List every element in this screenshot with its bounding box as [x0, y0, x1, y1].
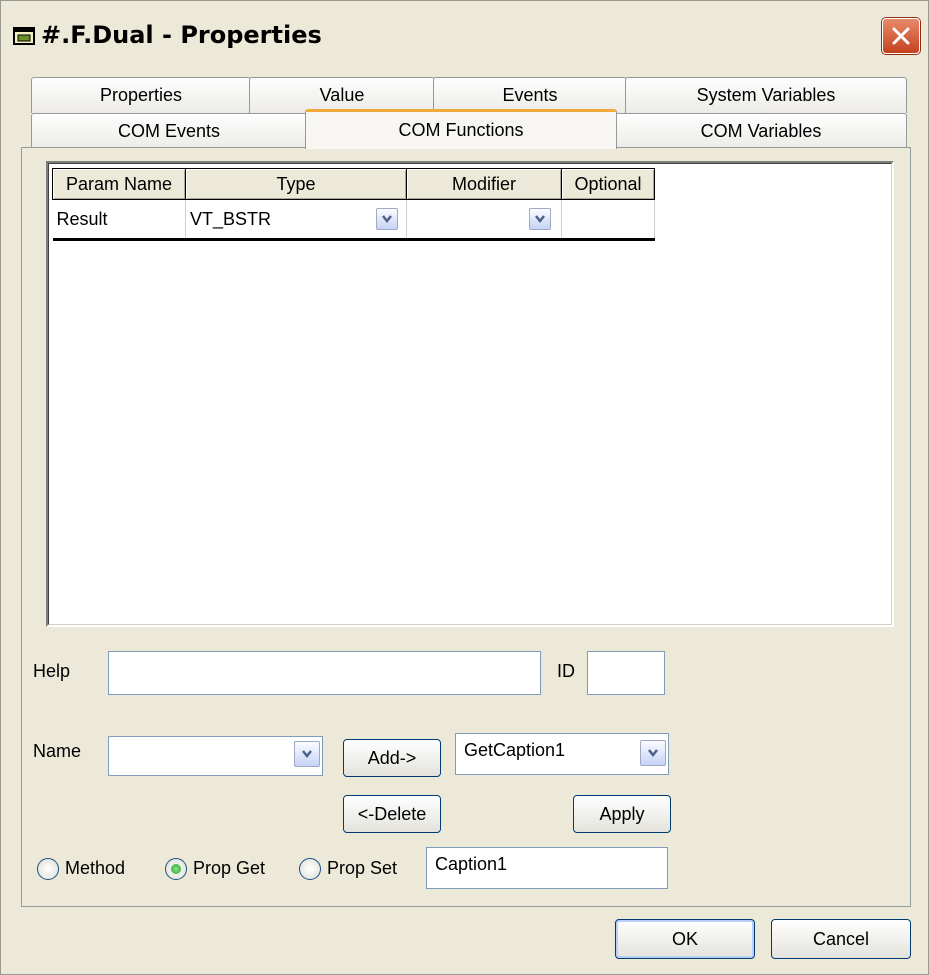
- add-button[interactable]: Add->: [343, 739, 441, 777]
- method-radio[interactable]: [37, 858, 59, 880]
- column-header-optional[interactable]: Optional: [561, 168, 655, 200]
- tab-com-functions[interactable]: COM Functions: [305, 109, 617, 149]
- prop-set-radio[interactable]: [299, 858, 321, 880]
- chevron-down-icon: [302, 750, 312, 759]
- delete-button[interactable]: <-Delete: [343, 795, 441, 833]
- chevron-down-icon: [648, 749, 658, 758]
- window-title: #.F.Dual - Properties: [41, 21, 322, 49]
- table-row[interactable]: Result VT_BSTR: [52, 199, 655, 240]
- id-label: ID: [557, 661, 575, 681]
- name-combo[interactable]: [108, 736, 323, 776]
- method-radio-label[interactable]: Method: [65, 858, 125, 879]
- tab-value[interactable]: Value: [249, 77, 435, 113]
- cell-modifier[interactable]: [406, 199, 562, 240]
- chevron-down-icon: [535, 215, 545, 224]
- tab-com-events[interactable]: COM Events: [31, 113, 307, 149]
- help-field[interactable]: [108, 651, 541, 695]
- help-label: Help: [33, 661, 71, 681]
- tab-events[interactable]: Events: [433, 77, 627, 113]
- title-bar[interactable]: #.F.Dual - Properties: [1, 1, 928, 71]
- column-header-type[interactable]: Type: [185, 168, 407, 200]
- function-combo-value: GetCaption1: [464, 740, 566, 760]
- column-header-modifier[interactable]: Modifier: [406, 168, 562, 200]
- cell-type[interactable]: VT_BSTR: [185, 199, 407, 240]
- close-button[interactable]: [882, 18, 920, 54]
- tab-system-variables[interactable]: System Variables: [625, 77, 907, 113]
- cancel-button[interactable]: Cancel: [771, 919, 911, 959]
- properties-dialog: #.F.Dual - Properties Properties Value E…: [0, 0, 929, 975]
- close-icon: [892, 27, 910, 45]
- name-label: Name: [33, 741, 82, 761]
- tab-properties[interactable]: Properties: [31, 77, 251, 113]
- function-dropdown-button[interactable]: [640, 740, 666, 766]
- prop-get-radio-label[interactable]: Prop Get: [193, 858, 265, 879]
- ok-button[interactable]: OK: [615, 919, 755, 959]
- cell-type-value: VT_BSTR: [190, 208, 272, 229]
- prop-name-field[interactable]: Caption1: [426, 847, 668, 889]
- cell-param-name[interactable]: Result: [52, 199, 186, 240]
- params-grid[interactable]: Param Name Type Modifier Optional Result…: [46, 161, 894, 627]
- prop-set-radio-label[interactable]: Prop Set: [327, 858, 397, 879]
- prop-get-radio[interactable]: [165, 858, 187, 880]
- id-field[interactable]: [587, 651, 665, 695]
- column-header-param-name[interactable]: Param Name: [52, 168, 186, 200]
- chevron-down-icon: [382, 215, 392, 224]
- window-icon: [13, 27, 35, 45]
- type-dropdown-button[interactable]: [376, 208, 398, 230]
- function-combo[interactable]: GetCaption1: [455, 733, 669, 775]
- name-dropdown-button[interactable]: [294, 741, 320, 767]
- tab-com-variables[interactable]: COM Variables: [615, 113, 907, 149]
- cell-optional[interactable]: [561, 199, 655, 240]
- modifier-dropdown-button[interactable]: [529, 208, 551, 230]
- apply-button[interactable]: Apply: [573, 795, 671, 833]
- params-table: Param Name Type Modifier Optional Result…: [52, 168, 655, 241]
